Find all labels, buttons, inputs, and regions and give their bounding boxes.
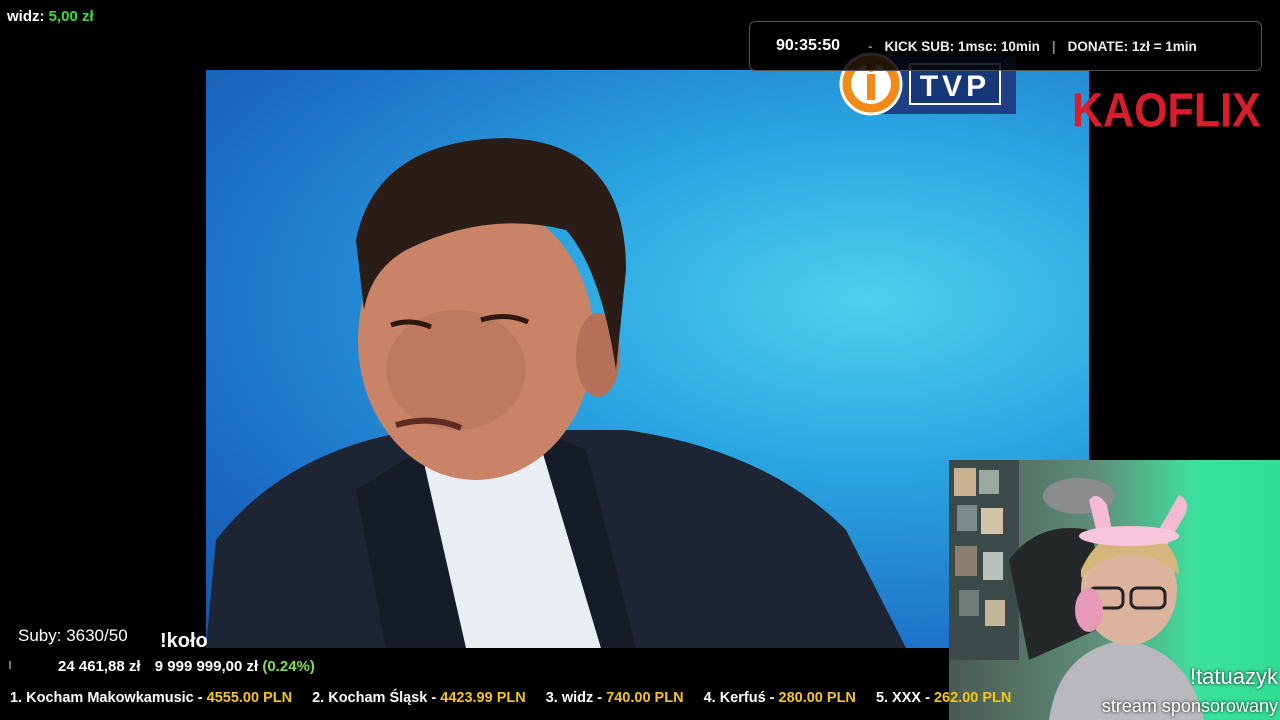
ranking-label: 2. Kocham Śląsk - <box>312 690 441 706</box>
ranking-label: 3. widz - <box>545 690 607 706</box>
sponsored-note: stream sponsorowany <box>1101 696 1278 716</box>
goal-progress-marker <box>9 661 11 669</box>
subs-counter: Suby: 3630/50 <box>18 626 128 645</box>
ranking-item: 3. widz - 740.00 PLN <box>546 690 684 706</box>
goal-percent: (0.24%) <box>262 658 315 675</box>
kick-sub-rule: KICK SUB: 1msc: 10min <box>884 38 1040 54</box>
tvp-logo-text: TVP <box>920 70 990 103</box>
ranking-label: 5. XXX - <box>875 690 934 706</box>
last-donation-value: 5,00 zł <box>48 8 94 25</box>
ranking-amount: 262.00 PLN <box>933 690 1012 706</box>
ranking-label: 4. Kerfuś - <box>703 690 779 706</box>
ranking-amount: 4423.99 PLN <box>440 690 526 706</box>
goal-target-amount: 9 999 999,00 zł <box>154 658 259 675</box>
donation-goal: 24 461,88 zł 9 999 999,00 zł (0.24%) <box>58 658 315 675</box>
donate-rule: DONATE: 1zł = 1min <box>1067 38 1197 54</box>
kaoflix-logo: KAOFLIX <box>1072 84 1261 138</box>
subathon-timer-bar: 90:35:50 - KICK SUB: 1msc: 10min | DONAT… <box>749 21 1262 71</box>
ranking-item: 2. Kocham Śląsk - 4423.99 PLN <box>312 690 526 706</box>
ranking-amount: 740.00 PLN <box>606 690 684 706</box>
donation-ranking: 1. Kocham Makowkamusic - 4555.00 PLN 2. … <box>10 690 1060 706</box>
ranking-amount: 4555.00 PLN <box>206 690 293 706</box>
kolo-command: !koło <box>160 630 208 652</box>
ranking-item: 1. Kocham Makowkamusic - 4555.00 PLN <box>10 690 292 706</box>
ranking-item: 5. XXX - 262.00 PLN <box>876 690 1011 706</box>
timer-separator: | <box>1051 38 1056 54</box>
ranking-label: 1. Kocham Makowkamusic - <box>10 690 207 706</box>
last-donation: widz: 5,00 zł <box>7 8 94 25</box>
timer-dash: - <box>868 38 873 54</box>
ranking-item: 4. Kerfuś - 280.00 PLN <box>704 690 856 706</box>
streamer-webcam: !tatuazyk stream sponsorowany <box>949 460 1280 720</box>
goal-current-amount: 24 461,88 zł <box>58 658 141 675</box>
timer-value: 90:35:50 <box>776 37 841 54</box>
tatuazyk-command: !tatuazyk <box>1189 664 1278 689</box>
ranking-amount: 280.00 PLN <box>778 690 856 706</box>
last-donation-label: widz: <box>7 8 45 25</box>
